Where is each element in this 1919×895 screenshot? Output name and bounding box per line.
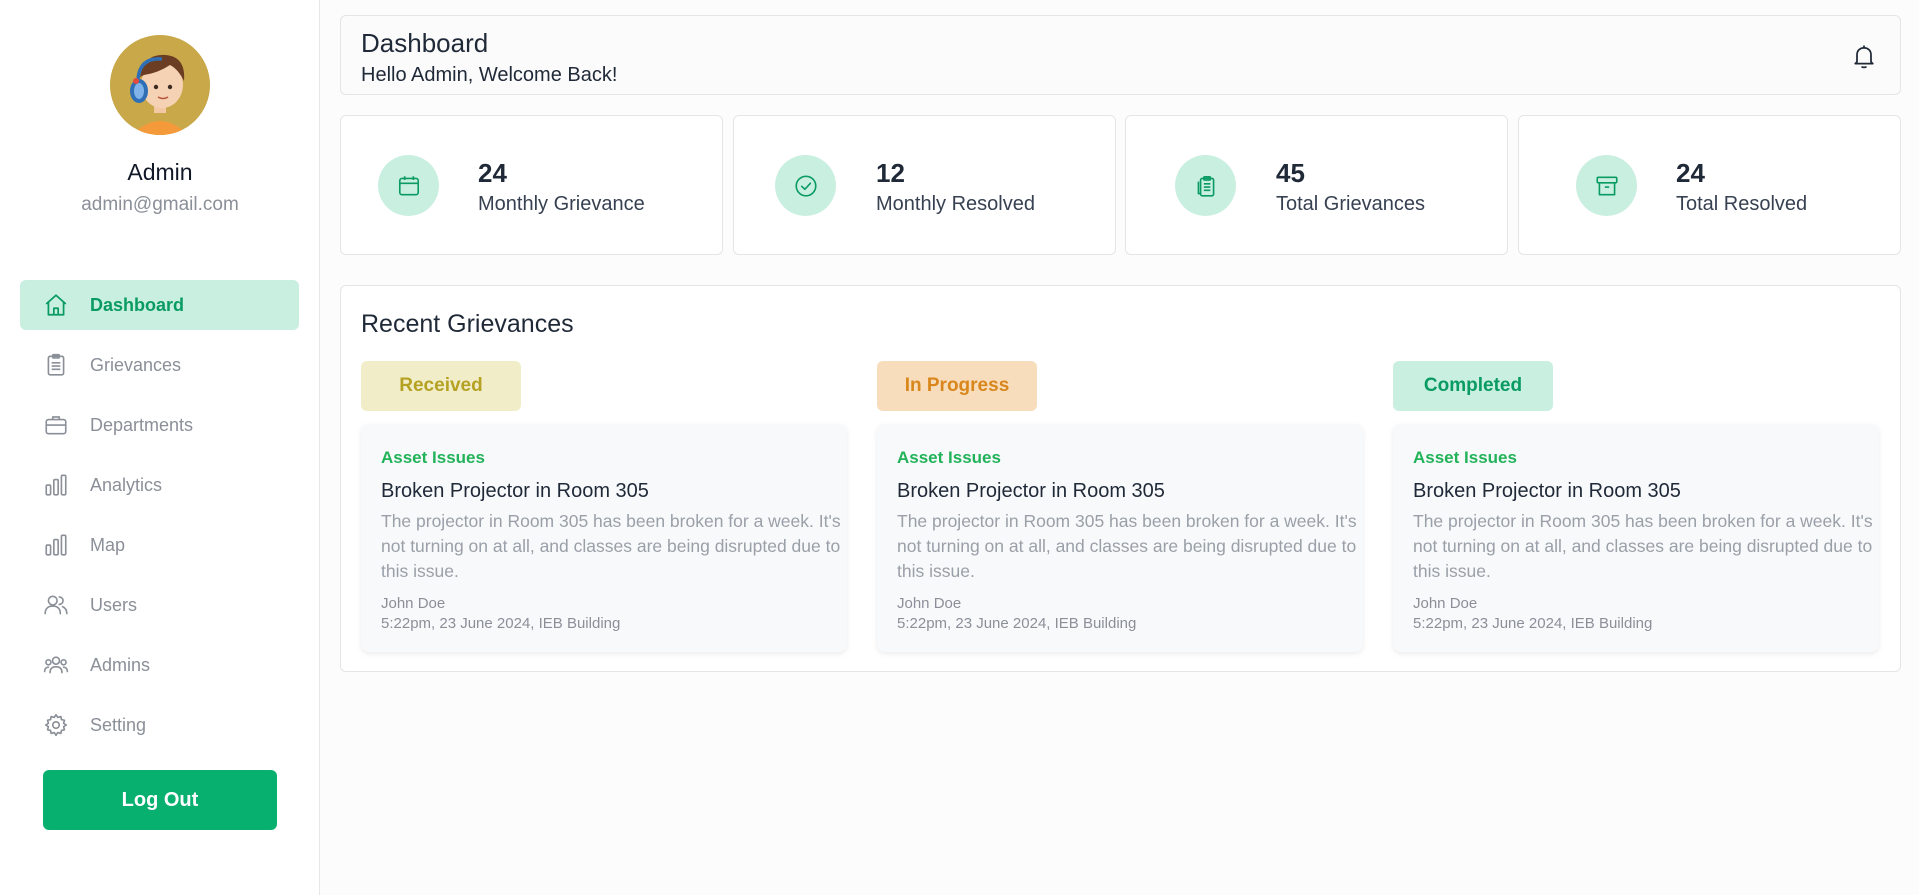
grievance-card[interactable]: Asset Issues Broken Projector in Room 30… [1393,424,1879,652]
calendar-icon [378,155,439,216]
grievance-card[interactable]: Asset Issues Broken Projector in Room 30… [361,424,847,652]
avatar [110,35,210,135]
stat-value: 24 [478,158,507,188]
sidebar-item-label: Map [90,534,126,555]
grievance-title: Broken Projector in Room 305 [1413,480,1681,502]
home-icon [42,291,70,319]
grievance-description: The projector in Room 305 has been broke… [381,511,841,581]
stat-card-total-grievances[interactable]: 45 Total Grievances [1125,115,1508,255]
bell-icon[interactable] [1850,42,1878,70]
grievance-meta: 5:22pm, 23 June 2024, IEB Building [381,615,621,632]
bar-chart-icon [42,531,70,559]
sidebar-item-dashboard[interactable]: Dashboard [20,280,299,330]
bar-chart-icon [42,471,70,499]
profile-name: Admin [127,159,193,185]
recent-grievances-panel: Recent Grievances Received Asset Issues … [340,285,1901,672]
sidebar-item-label: Departments [90,414,194,435]
stat-card-monthly-resolved[interactable]: 12 Monthly Resolved [733,115,1116,255]
sidebar: Admin admin@gmail.com Dashboard Grievanc… [0,0,320,895]
sidebar-item-label: Analytics [90,474,163,495]
grievance-author: John Doe [381,595,446,612]
grievance-description: The projector in Room 305 has been broke… [1413,511,1873,581]
clipboards-icon [1175,155,1236,216]
stat-value: 24 [1676,158,1705,188]
grievance-category: Asset Issues [381,448,485,467]
grievance-category: Asset Issues [897,448,1001,467]
sidebar-item-analytics[interactable]: Analytics [20,460,299,510]
sidebar-item-admins[interactable]: Admins [20,640,299,690]
logout-button[interactable]: Log Out [43,770,277,830]
page-title: Dashboard [361,28,489,58]
sidebar-item-grievances[interactable]: Grievances [20,340,299,390]
sidebar-item-users[interactable]: Users [20,580,299,630]
sidebar-item-map[interactable]: Map [20,520,299,570]
status-badge-received[interactable]: Received [361,361,521,411]
check-circle-icon [775,155,836,216]
archive-icon [1576,155,1637,216]
gear-icon [42,711,70,739]
grievance-meta: 5:22pm, 23 June 2024, IEB Building [897,615,1137,632]
sidebar-item-label: Grievances [90,354,182,375]
stat-card-monthly-grievance[interactable]: 24 Monthly Grievance [340,115,723,255]
grievance-title: Broken Projector in Room 305 [897,480,1165,502]
users-icon [42,591,70,619]
sidebar-item-departments[interactable]: Departments [20,400,299,450]
grievance-category: Asset Issues [1413,448,1517,467]
status-badge-completed[interactable]: Completed [1393,361,1553,411]
stat-label: Total Resolved [1676,193,1808,215]
stat-label: Total Grievances [1276,193,1425,215]
section-title: Recent Grievances [361,310,574,338]
profile-email: admin@gmail.com [81,194,239,215]
stat-value: 12 [876,158,905,188]
sidebar-item-label: Dashboard [90,294,185,315]
grievance-meta: 5:22pm, 23 June 2024, IEB Building [1413,615,1653,632]
stat-value: 45 [1276,158,1305,188]
sidebar-item-setting[interactable]: Setting [20,700,299,750]
grievance-description: The projector in Room 305 has been broke… [897,511,1357,581]
grievance-card[interactable]: Asset Issues Broken Projector in Room 30… [877,424,1363,652]
sidebar-item-label: Setting [90,714,147,735]
grievance-title: Broken Projector in Room 305 [381,480,649,502]
welcome-message: Hello Admin, Welcome Back! [361,64,618,86]
briefcase-icon [42,411,70,439]
sidebar-item-label: Users [90,594,138,615]
admins-icon [42,651,70,679]
stat-card-total-resolved[interactable]: 24 Total Resolved [1518,115,1901,255]
clipboard-icon [42,351,70,379]
page-header: Dashboard Hello Admin, Welcome Back! [340,15,1901,95]
stat-label: Monthly Resolved [876,193,1035,215]
grievance-author: John Doe [897,595,962,612]
sidebar-item-label: Admins [90,654,151,675]
avatar-illustration [110,35,210,135]
status-badge-in-progress[interactable]: In Progress [877,361,1037,411]
stat-label: Monthly Grievance [478,193,645,215]
grievance-author: John Doe [1413,595,1478,612]
